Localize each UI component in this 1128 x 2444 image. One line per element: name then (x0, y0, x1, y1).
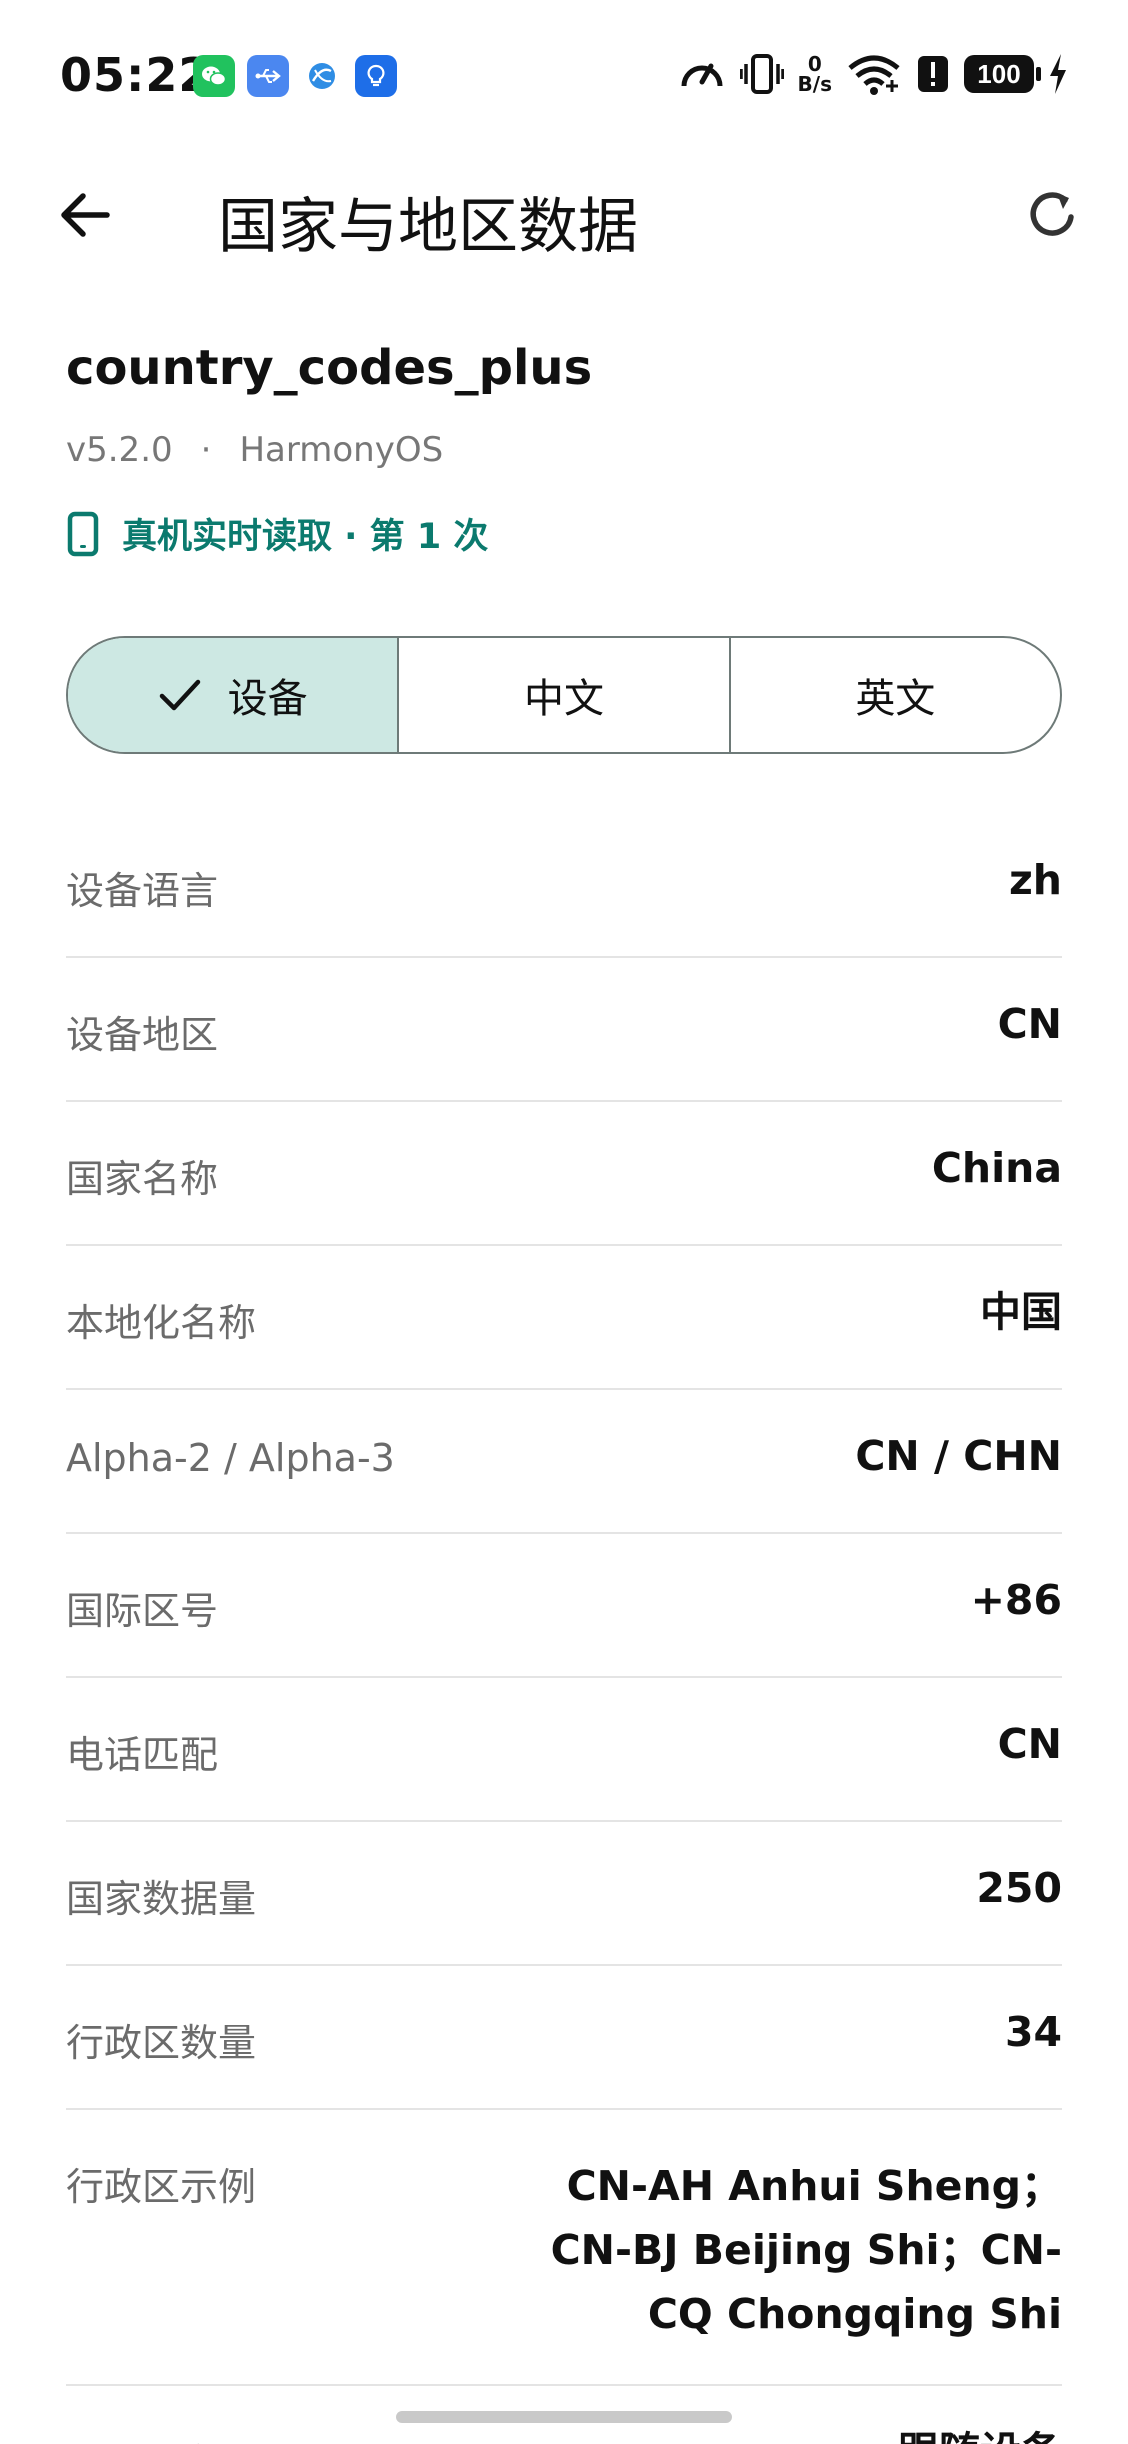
language-segmented-control: 设备 中文 英文 (66, 636, 1062, 754)
package-name: country_codes_plus (66, 340, 593, 396)
charging-icon (1048, 52, 1068, 96)
row-value: 中国 (980, 1288, 1062, 1336)
vibrate-icon (739, 52, 784, 96)
read-status-text: 真机实时读取 · 第 1 次 (122, 517, 489, 557)
segment-label: 英文 (855, 676, 936, 722)
info-row-device-language: 设备语言 zh (66, 814, 1062, 958)
info-row-subdivision-count: 行政区数量 34 (66, 1966, 1062, 2110)
notification-icons (193, 55, 397, 97)
screen: 05:22 0 B/s 100 国家与地区数据 country_codes_pl… (0, 0, 1128, 2444)
package-platform: HarmonyOS (239, 430, 444, 470)
row-label: 设备语言 (66, 869, 219, 913)
row-label: 设备地区 (66, 1013, 219, 1057)
info-row-subdivision-examples: 行政区示例 CN-AH Anhui Sheng；CN-BJ Beijing Sh… (66, 2110, 1062, 2386)
row-label: Alpha-2 / Alpha-3 (66, 1436, 395, 1480)
row-label: 国家名称 (66, 1157, 219, 1201)
info-row-dial-code: 国际区号 +86 (66, 1534, 1062, 1678)
network-speed-unit: B/s (797, 72, 832, 96)
network-speed-value: 0 (807, 52, 822, 76)
phone-icon (67, 511, 99, 556)
info-list: 设备语言 zh 设备地区 CN 国家名称 China 本地化名称 中国 Alph… (66, 814, 1062, 2444)
usb-icon (247, 55, 289, 97)
segment-device[interactable]: 设备 (68, 638, 400, 752)
refresh-icon (1030, 192, 1074, 236)
info-row-country-name: 国家名称 China (66, 1102, 1062, 1246)
row-value: zh (1008, 856, 1062, 904)
row-value: CN-AH Anhui Sheng；CN-BJ Beijing Shi；CN-C… (550, 2162, 1062, 2338)
info-row-phone-match: 电话匹配 CN (66, 1678, 1062, 1822)
row-label: 显示语言 (66, 2432, 218, 2444)
alert-icon (916, 54, 950, 94)
row-label: 电话匹配 (66, 1733, 219, 1777)
browser-icon (301, 55, 343, 97)
package-version: v5.2.0 (66, 430, 173, 470)
status-time: 05:22 (60, 48, 212, 102)
data-speed-icon (678, 52, 726, 96)
row-value: 250 (976, 1864, 1062, 1912)
segment-chinese[interactable]: 中文 (399, 638, 731, 752)
info-row-alpha-codes: Alpha-2 / Alpha-3 CN / CHN (66, 1390, 1062, 1534)
segment-label: 设备 (227, 676, 308, 722)
row-value: 跟随设备 (898, 2420, 1062, 2444)
read-status: 真机实时读取 · 第 1 次 (66, 508, 488, 559)
back-button[interactable] (50, 180, 120, 250)
row-value: +86 (970, 1576, 1062, 1624)
row-value: CN (997, 1720, 1062, 1768)
segment-label: 中文 (523, 676, 604, 722)
battery-icon: 100 (964, 55, 1041, 93)
row-label: 行政区数量 (66, 2021, 257, 2065)
info-row-localized-name: 本地化名称 中国 (66, 1246, 1062, 1390)
package-meta: v5.2.0 · HarmonyOS (66, 430, 443, 470)
row-value: CN (997, 1000, 1062, 1048)
info-row-device-region: 设备地区 CN (66, 958, 1062, 1102)
app-bar: 国家与地区数据 (0, 150, 1128, 280)
row-value: 34 (1004, 2008, 1062, 2056)
lightbulb-icon (355, 55, 397, 97)
system-icons: 0 B/s 100 (678, 52, 1068, 96)
check-icon (159, 679, 200, 711)
page-title: 国家与地区数据 (218, 192, 638, 262)
refresh-button[interactable] (1018, 180, 1088, 250)
row-label: 行政区示例 (66, 2165, 257, 2209)
home-indicator[interactable] (396, 2411, 732, 2423)
row-value: China (931, 1144, 1062, 1192)
status-bar: 05:22 0 B/s 100 (0, 0, 1128, 150)
wechat-icon (193, 55, 235, 97)
network-speed-icon: 0 B/s (798, 54, 832, 94)
arrow-left-icon (61, 193, 110, 237)
segment-english[interactable]: 英文 (731, 638, 1060, 752)
row-label: 国家数据量 (66, 1877, 257, 1921)
battery-level: 100 (977, 58, 1021, 89)
info-row-country-count: 国家数据量 250 (66, 1822, 1062, 1966)
row-value: CN / CHN (855, 1432, 1062, 1480)
wifi-icon (846, 52, 902, 96)
row-label: 国际区号 (66, 1589, 219, 1633)
row-label: 本地化名称 (66, 1301, 257, 1345)
meta-separator: · (200, 430, 212, 470)
